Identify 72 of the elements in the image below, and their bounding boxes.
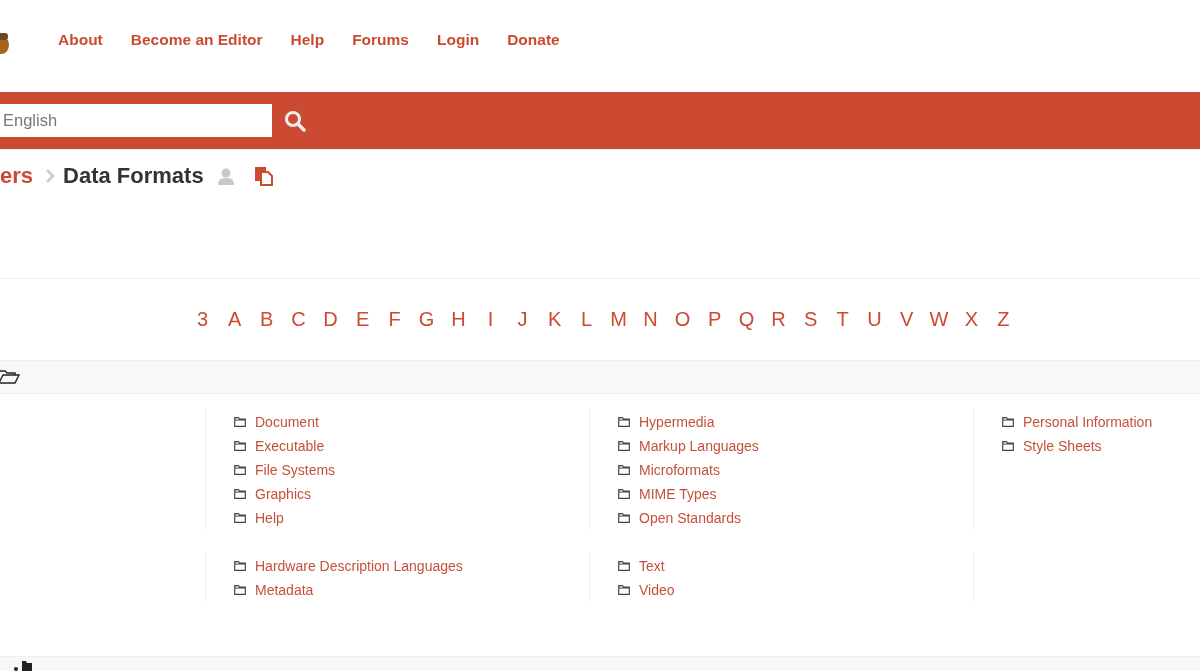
folder-icon xyxy=(1002,417,1014,427)
folder-icon xyxy=(618,465,630,475)
folder-icon xyxy=(1002,441,1014,451)
letter-link[interactable]: X xyxy=(962,308,981,331)
letter-link[interactable]: 3 xyxy=(193,308,212,331)
letter-link[interactable]: E xyxy=(353,308,372,331)
letter-link[interactable]: P xyxy=(705,308,724,331)
category-link[interactable]: Document xyxy=(255,414,319,430)
letter-link[interactable]: D xyxy=(321,308,340,331)
folder-icon xyxy=(618,561,630,571)
letter-link[interactable]: A xyxy=(225,308,244,331)
letter-link[interactable]: I xyxy=(481,308,500,331)
category-link[interactable]: Video xyxy=(639,582,675,598)
folder-icon xyxy=(234,465,246,475)
letter-link[interactable]: T xyxy=(833,308,852,331)
letter-link[interactable]: N xyxy=(641,308,660,331)
letter-link[interactable]: O xyxy=(673,308,692,331)
category-link[interactable]: Style Sheets xyxy=(1023,438,1102,454)
letter-link[interactable]: H xyxy=(449,308,468,331)
letter-link[interactable]: C xyxy=(289,308,308,331)
nav-link[interactable]: Forums xyxy=(352,31,409,49)
search-field[interactable]: English xyxy=(0,103,272,137)
letter-link[interactable]: Q xyxy=(737,308,756,331)
breadcrumb-link[interactable]: ers xyxy=(0,163,34,189)
letter-link[interactable]: B xyxy=(257,308,276,331)
letter-link[interactable]: R xyxy=(769,308,788,331)
nav-link[interactable]: Help xyxy=(290,31,325,49)
folder-icon xyxy=(234,489,246,499)
nav-link[interactable]: About xyxy=(58,31,103,49)
category-link[interactable]: Hardware Description Languages xyxy=(255,558,463,574)
category-link[interactable]: Hypermedia xyxy=(639,414,715,430)
chevron-icon xyxy=(45,168,56,184)
copy-icon[interactable] xyxy=(253,166,274,186)
letter-link[interactable]: L xyxy=(577,308,596,331)
category-link[interactable]: Personal Information xyxy=(1023,414,1153,430)
category-link[interactable]: Executable xyxy=(255,438,325,454)
letter-link[interactable]: J xyxy=(513,308,532,331)
letter-link[interactable]: S xyxy=(801,308,820,331)
folder-icon xyxy=(12,661,34,671)
folder-icon xyxy=(618,441,630,451)
nav-link[interactable]: Become an Editor xyxy=(130,31,263,49)
category-link[interactable]: Metadata xyxy=(255,582,314,598)
folder-icon xyxy=(234,513,246,523)
folder-icon xyxy=(234,441,246,451)
category-link[interactable]: Markup Languages xyxy=(639,438,759,454)
nav-link[interactable]: Donate xyxy=(507,31,560,49)
folder-icon xyxy=(234,417,246,427)
search-icon[interactable] xyxy=(284,109,306,132)
letter-link[interactable]: G xyxy=(417,308,436,331)
category-link[interactable]: Open Standards xyxy=(639,510,741,526)
letter-link[interactable]: W xyxy=(929,308,949,331)
folder-icon xyxy=(618,585,630,595)
folder-icon xyxy=(618,489,630,499)
page-title: Data Formats xyxy=(63,163,204,189)
category-link[interactable]: MIME Types xyxy=(639,486,717,502)
category-link[interactable]: Help xyxy=(255,510,284,526)
letter-link[interactable]: V xyxy=(897,308,916,331)
letter-link[interactable]: M xyxy=(609,308,628,331)
category-link[interactable]: Text xyxy=(639,558,665,574)
letter-link[interactable]: Z xyxy=(994,308,1013,331)
folder-icon xyxy=(618,513,630,523)
letter-link[interactable]: F xyxy=(385,308,404,331)
nav-link[interactable]: Login xyxy=(437,31,480,49)
folder-icon xyxy=(234,561,246,571)
letter-link[interactable]: K xyxy=(545,308,564,331)
category-link[interactable]: File Systems xyxy=(255,462,336,478)
folder-icon xyxy=(234,585,246,595)
open-folder-icon xyxy=(0,370,20,384)
letter-link[interactable]: U xyxy=(865,308,884,331)
folder-icon xyxy=(618,417,630,427)
category-link[interactable]: Graphics xyxy=(255,486,312,502)
category-link[interactable]: Microformats xyxy=(639,462,720,478)
